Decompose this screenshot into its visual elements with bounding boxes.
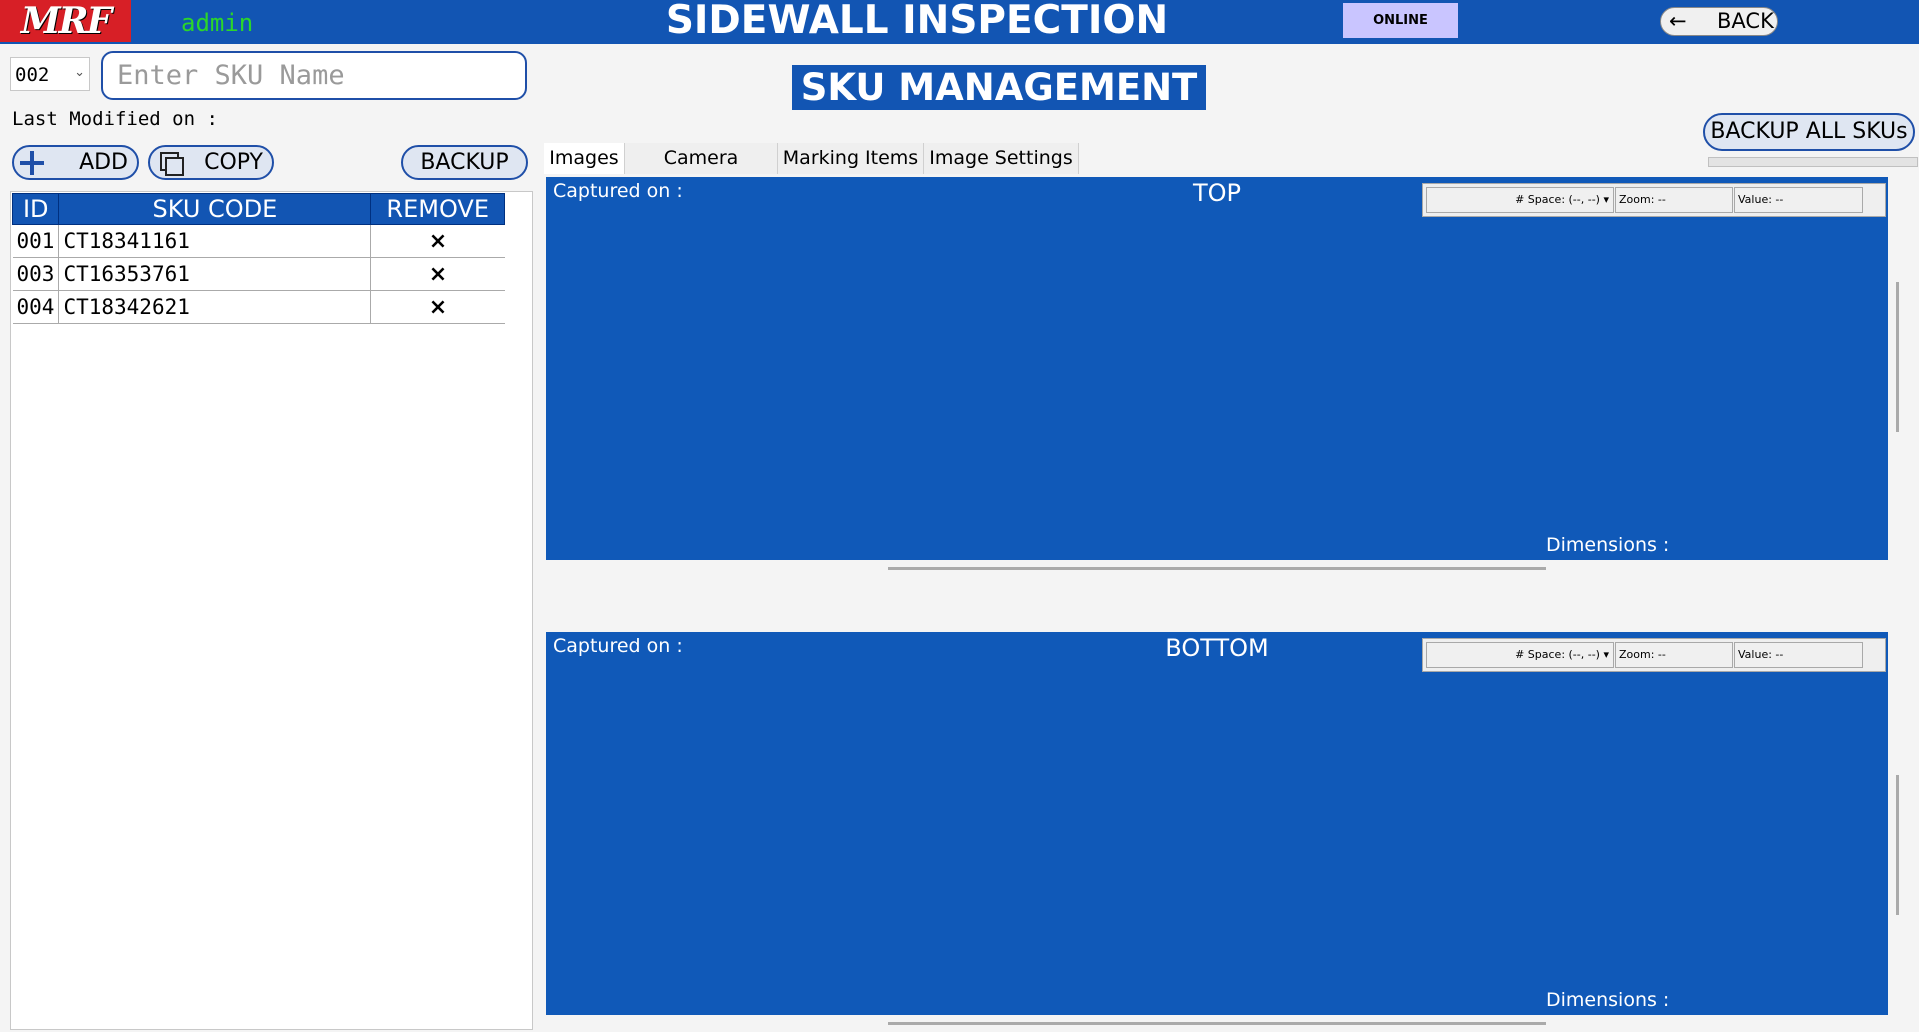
backup-all-skus-button[interactable]: BACKUP ALL SKUs [1703, 113, 1915, 151]
horizontal-scrollbar[interactable] [888, 1022, 1546, 1025]
remove-icon[interactable]: × [370, 257, 505, 291]
image-info-bar: # Space: (--, --) ▾ Zoom: -- Value: -- [1422, 638, 1886, 672]
top-bar: MRF admin SIDEWALL INSPECTION ONLINE ← B… [0, 0, 1919, 44]
top-image-viewer[interactable]: Captured on : TOP # Space: (--, --) ▾ Zo… [546, 177, 1888, 560]
arrow-left-icon: ← [1669, 9, 1687, 33]
space-selector[interactable]: # Space: (--, --) ▾ [1426, 187, 1614, 213]
back-button-label: BACK [1717, 9, 1774, 33]
column-header-remove[interactable]: REMOVE [370, 193, 505, 225]
zoom-readout: Zoom: -- [1615, 642, 1733, 668]
status-badge: ONLINE [1343, 3, 1458, 38]
app-title: SIDEWALL INSPECTION [665, 0, 1169, 43]
dimensions-label: Dimensions : [1546, 989, 1670, 1011]
backup-all-button-label: BACKUP ALL SKUs [1710, 119, 1908, 144]
sku-table: ID SKU CODE REMOVE 001 CT18341161 × 003 … [11, 193, 505, 324]
copy-button-label: COPY [204, 150, 263, 175]
last-modified-label: Last Modified on : [12, 108, 218, 130]
sku-id-select[interactable]: 002 ⌄ [10, 57, 90, 91]
remove-icon[interactable]: × [370, 224, 505, 258]
column-header-sku-code[interactable]: SKU CODE [58, 193, 372, 225]
table-row[interactable]: 003 CT16353761 × [12, 257, 505, 291]
plus-icon [20, 151, 44, 175]
vertical-scrollbar[interactable] [1896, 282, 1899, 432]
dimensions-label: Dimensions : [1546, 534, 1670, 556]
space-selector[interactable]: # Space: (--, --) ▾ [1426, 642, 1614, 668]
page-heading: SKU MANAGEMENT [792, 65, 1206, 110]
add-sku-button[interactable]: ADD [12, 145, 139, 180]
table-row[interactable]: 001 CT18341161 × [12, 224, 505, 258]
sku-list-panel: ID SKU CODE REMOVE 001 CT18341161 × 003 … [10, 191, 533, 1030]
copy-sku-button[interactable]: COPY [148, 145, 274, 180]
current-user: admin [181, 9, 254, 37]
sku-name-input[interactable] [101, 51, 527, 100]
backup-button[interactable]: BACKUP [401, 145, 528, 180]
row-sku-code: CT18342621 [58, 290, 372, 324]
pixel-value-readout: Value: -- [1734, 187, 1863, 213]
row-sku-code: CT18341161 [58, 224, 372, 258]
copy-icon [160, 152, 184, 176]
row-id: 003 [12, 257, 60, 291]
bottom-image-viewer[interactable]: Captured on : BOTTOM # Space: (--, --) ▾… [546, 632, 1888, 1015]
vertical-scrollbar[interactable] [1896, 775, 1899, 915]
horizontal-scrollbar[interactable] [888, 567, 1546, 570]
tab-images[interactable]: Images [544, 143, 625, 174]
row-sku-code: CT16353761 [58, 257, 372, 291]
sku-id-value: 002 [15, 64, 50, 86]
table-row[interactable]: 004 CT18342621 × [12, 290, 505, 324]
row-id: 004 [12, 290, 60, 324]
remove-icon[interactable]: × [370, 290, 505, 324]
pixel-value-readout: Value: -- [1734, 642, 1863, 668]
brand-logo: MRF [0, 0, 131, 42]
back-button[interactable]: ← BACK [1660, 7, 1778, 36]
chevron-down-icon: ⌄ [74, 65, 85, 80]
add-button-label: ADD [79, 150, 128, 175]
row-id: 001 [12, 224, 60, 258]
column-header-id[interactable]: ID [11, 193, 60, 225]
tab-image-settings[interactable]: Image Settings [924, 143, 1079, 174]
image-info-bar: # Space: (--, --) ▾ Zoom: -- Value: -- [1422, 183, 1886, 217]
backup-button-label: BACKUP [420, 150, 509, 175]
zoom-readout: Zoom: -- [1615, 187, 1733, 213]
backup-progress-bar [1708, 157, 1918, 167]
table-header-row: ID SKU CODE REMOVE [11, 193, 505, 225]
tab-camera-settings[interactable]: Camera Settings [625, 143, 778, 200]
tab-marking-items[interactable]: Marking Items [778, 143, 924, 174]
